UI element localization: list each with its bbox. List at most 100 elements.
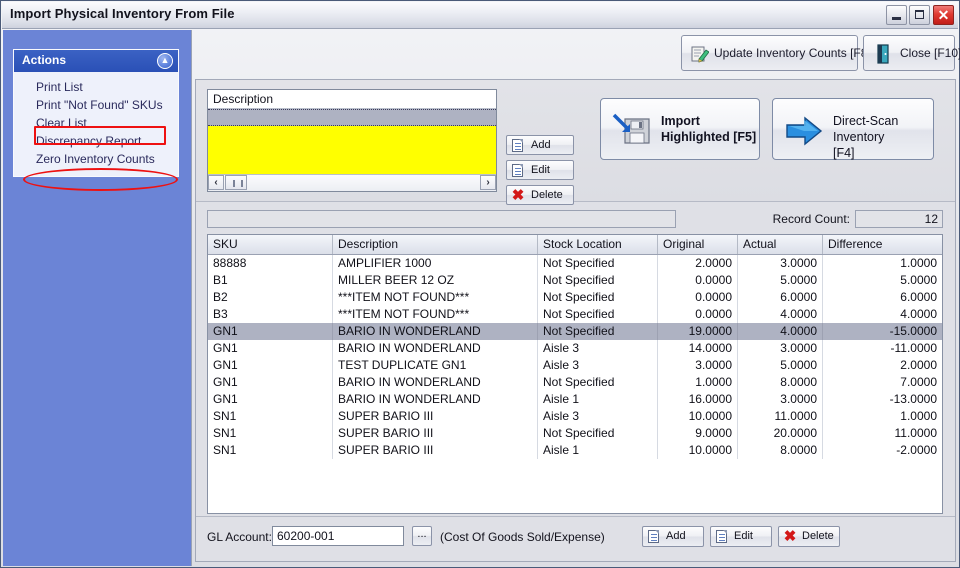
cell-difference: 5.0000 [900,273,937,287]
new-page-icon [512,139,523,152]
table-row[interactable]: 88888 AMPLIFIER 1000 Not Specified 2.0000 3.… [208,255,942,272]
footer-bar: GL Account: 60200-001 ... (Cost Of Goods… [196,516,955,561]
maximize-button[interactable] [909,5,930,25]
direct-scan-inventory-button[interactable]: Direct-Scan Inventory [F4] [772,98,934,160]
cell-sku: GN1 [208,374,333,391]
column-header-description[interactable]: Description [333,235,538,254]
column-header-sku[interactable]: SKU [208,235,333,254]
table-row[interactable]: GN1 BARIO IN WONDERLAND Not Specified 1.000… [208,374,942,391]
footer-add-button[interactable]: Add [642,526,704,547]
sidebar-item-clear-list[interactable]: Clear List [14,114,178,132]
filter-input[interactable] [207,210,676,228]
cell-original: 14.0000 [658,340,738,357]
cell-stock-location: Not Specified [538,374,658,391]
cell-sku: B2 [208,289,333,306]
table-row[interactable]: GN1 TEST DUPLICATE GN1 Aisle 3 3.0000 5.0000… [208,357,942,374]
gl-account-input[interactable]: 60200-001 [272,526,404,546]
maximize-icon [915,10,924,19]
red-x-icon: ✖ [511,187,525,204]
description-list-box[interactable]: Description ‹ › [207,89,497,192]
sidebar-item-print-list[interactable]: Print List [14,78,178,96]
description-delete-label: Delete [531,189,563,201]
inventory-grid[interactable]: SKU Description Stock Location Original … [207,234,943,514]
table-row[interactable]: B1 MILLER BEER 12 OZ Not Specified 0.0000 5.… [208,272,942,289]
main-content-panel: Description ‹ › Add Edit ✖ Delete Import… [195,79,956,562]
cell-stock-location: Aisle 3 [538,408,658,425]
sidebar-item-label: Print List [36,80,83,94]
record-count-value: 12 [924,212,938,226]
sidebar-item-print-not-found-skus[interactable]: Print "Not Found" SKUs [14,96,178,114]
description-add-button[interactable]: Add [506,135,574,155]
description-list-body[interactable] [208,126,496,174]
cell-difference: -15.0000 [889,324,937,338]
gl-account-hint: (Cost Of Goods Sold/Expense) [440,530,605,544]
table-row[interactable]: GN1 BARIO IN WONDERLAND Aisle 3 14.0000 3.00… [208,340,942,357]
table-row[interactable]: SN1 SUPER BARIO III Aisle 1 10.0000 8.0000 -2… [208,442,942,459]
table-row[interactable]: SN1 SUPER BARIO III Aisle 3 10.0000 11.0000 1… [208,408,942,425]
scroll-left-arrow-icon[interactable]: ‹ [208,175,224,190]
scrollbar-thumb[interactable] [225,175,247,190]
lower-panel: Record Count: 12 SKU Description Stock L… [196,202,955,561]
cell-difference: 2.0000 [900,358,937,372]
cell-difference: 7.0000 [900,375,937,389]
cell-stock-location: Not Specified [538,425,658,442]
gl-account-value: 60200-001 [277,529,335,543]
footer-edit-button[interactable]: Edit [710,526,772,547]
column-header-stock-location[interactable]: Stock Location [538,235,658,254]
cell-difference: 11.0000 [894,426,938,440]
description-horizontal-scrollbar[interactable]: ‹ › [208,174,496,191]
pencil-edit-icon [691,46,709,63]
sidebar-item-zero-inventory-counts[interactable]: Zero Inventory Counts [14,150,178,168]
table-row[interactable]: SN1 SUPER BARIO III Not Specified 9.0000 20.… [208,425,942,442]
cell-description: BARIO IN WONDERLAND [333,391,538,408]
description-edit-button[interactable]: Edit [506,160,574,180]
description-edit-label: Edit [531,164,550,176]
description-selected-row[interactable] [208,109,496,126]
collapse-chevron-up-icon[interactable]: ▲ [157,53,173,69]
cell-stock-location: Aisle 1 [538,391,658,408]
cell-actual: 3.0000 [738,255,823,272]
import-label-line2: Highlighted [F5] [661,130,757,144]
footer-delete-button[interactable]: ✖ Delete [778,526,840,547]
update-inventory-counts-button[interactable]: Update Inventory Counts [F8] [681,35,871,71]
cell-actual: 3.0000 [738,391,823,408]
cell-difference: -11.0000 [890,341,937,355]
import-highlighted-label: Import Highlighted [F5] [661,113,756,145]
cell-original: 0.0000 [658,306,738,323]
import-label-line1: Import [661,114,700,128]
title-bar: Import Physical Inventory From File ✕ [2,2,958,29]
sidebar: Actions ▲ Print List Print "Not Found" S… [3,30,192,566]
cell-description: ***ITEM NOT FOUND*** [333,306,538,323]
close-window-button[interactable]: ✕ [933,5,954,25]
actions-panel: Actions ▲ Print List Print "Not Found" S… [13,49,179,177]
sidebar-item-discrepancy-report[interactable]: Discrepancy Report [14,132,178,150]
cell-original: 10.0000 [658,408,738,425]
cell-stock-location: Not Specified [538,272,658,289]
close-f10-button[interactable]: Close [F10] [863,35,960,71]
table-row[interactable]: B2 ***ITEM NOT FOUND*** Not Specified 0.000… [208,289,942,306]
table-row[interactable]: GN1 BARIO IN WONDERLAND Not Specified 19.00… [208,323,942,340]
cell-original: 19.0000 [658,323,738,340]
cell-sku: SN1 [208,425,333,442]
table-row[interactable]: B3 ***ITEM NOT FOUND*** Not Specified 0.000… [208,306,942,323]
column-header-actual[interactable]: Actual [738,235,823,254]
import-highlighted-button[interactable]: Import Highlighted [F5] [600,98,760,160]
close-f10-label: Close [F10] [900,46,960,60]
cell-original: 9.0000 [658,425,738,442]
cell-sku: 88888 [208,255,333,272]
table-row[interactable]: GN1 BARIO IN WONDERLAND Aisle 1 16.0000 3.00… [208,391,942,408]
cell-description: ***ITEM NOT FOUND*** [333,289,538,306]
actions-panel-header: Actions ▲ [14,50,178,72]
upper-panel: Description ‹ › Add Edit ✖ Delete Import… [196,80,955,205]
application-window: Import Physical Inventory From File ✕ Ac… [0,0,960,568]
column-header-difference[interactable]: Difference [823,235,942,254]
gl-account-browse-button[interactable]: ... [412,526,432,546]
description-column-header: Description [213,92,274,106]
column-header-original[interactable]: Original [658,235,738,254]
cell-sku: SN1 [208,442,333,459]
blue-arrow-icon [786,116,823,146]
top-toolbar: Update Inventory Counts [F8] Close [F10] [192,30,960,76]
cell-difference: 1.0000 [900,256,937,270]
minimize-button[interactable] [886,5,907,25]
scroll-right-arrow-icon[interactable]: › [480,175,496,190]
